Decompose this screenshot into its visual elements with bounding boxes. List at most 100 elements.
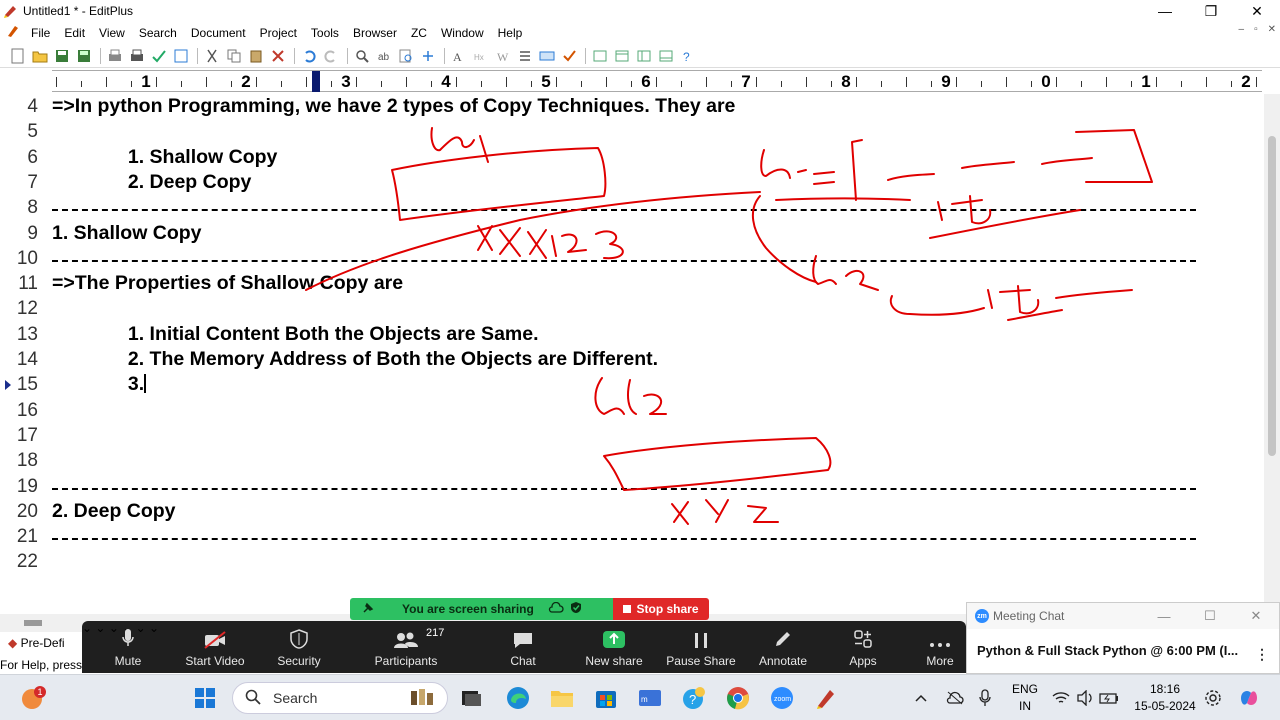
scrollbar-thumb[interactable] (1268, 136, 1276, 456)
word-wrap-icon[interactable]: W (493, 46, 513, 66)
mute-button[interactable]: Mute (104, 621, 152, 673)
pause-share-button[interactable]: Pause Share (664, 621, 738, 673)
language-indicator[interactable]: ENG IN (1010, 681, 1040, 715)
document-tab[interactable]: ◆ Pre-Defi (8, 636, 65, 650)
task-view-icon[interactable] (456, 683, 486, 713)
hscroll-thumb[interactable] (24, 620, 42, 626)
find-icon[interactable] (352, 46, 372, 66)
chat-maximize-button[interactable]: ☐ (1187, 603, 1233, 629)
more-button[interactable]: More (920, 621, 960, 673)
close-button[interactable]: ✕ (1234, 0, 1280, 22)
chrome-browser-icon[interactable] (723, 683, 753, 713)
menu-file[interactable]: File (24, 26, 57, 40)
find-in-files-icon[interactable] (396, 46, 416, 66)
window-title: Untitled1 * - EditPlus (23, 4, 134, 18)
directory-window-icon[interactable] (612, 46, 632, 66)
ruler-tick (1031, 81, 1032, 87)
maximize-button[interactable]: ❐ (1188, 0, 1234, 22)
mdi-close-icon[interactable]: ✕ (1268, 24, 1276, 35)
zoom-app-icon[interactable]: zoom (767, 683, 797, 713)
ruler-toggle-icon[interactable] (537, 46, 557, 66)
chat-more-options-icon[interactable]: ⋮ (1255, 646, 1269, 663)
cliptext-icon[interactable] (634, 46, 654, 66)
print-icon[interactable] (127, 46, 147, 66)
chat-minimize-button[interactable]: — (1141, 603, 1187, 629)
chat-close-button[interactable]: ✕ (1233, 603, 1279, 629)
notification-app-icon[interactable]: 1 (18, 683, 48, 713)
document-tab-label: Pre-Defi (20, 636, 65, 650)
new-share-button[interactable]: New share (582, 621, 646, 673)
ruler-label: 8 (841, 72, 851, 91)
svg-text:A: A (453, 50, 462, 63)
system-clock[interactable]: 18:16 15-05-2024 (1130, 681, 1200, 715)
mycroft-app-icon[interactable]: m (635, 683, 665, 713)
font-icon[interactable]: A (449, 46, 469, 66)
paste-icon[interactable] (246, 46, 266, 66)
delete-icon[interactable] (268, 46, 288, 66)
print-preview-icon[interactable] (105, 46, 125, 66)
edge-browser-icon[interactable] (503, 683, 533, 713)
taskbar-search-box[interactable]: Search (232, 682, 448, 714)
window-list-icon[interactable] (590, 46, 610, 66)
save-icon[interactable] (52, 46, 72, 66)
vertical-scrollbar[interactable] (1264, 94, 1280, 614)
copy-icon[interactable] (224, 46, 244, 66)
file-explorer-icon[interactable] (547, 683, 577, 713)
menu-edit[interactable]: Edit (57, 26, 92, 40)
menu-project[interactable]: Project (253, 26, 304, 40)
annotate-button[interactable]: Annotate (754, 621, 812, 673)
redo-icon[interactable] (321, 46, 341, 66)
browser-view-icon[interactable] (171, 46, 191, 66)
onedrive-offline-icon[interactable] (940, 683, 970, 713)
save-all-icon[interactable] (74, 46, 94, 66)
more-icon (929, 621, 951, 649)
stop-share-button[interactable]: Stop share (613, 598, 709, 620)
mdi-minimize-icon[interactable]: – (1239, 24, 1245, 35)
windows-start-icon[interactable] (190, 683, 220, 713)
line-numbers-icon[interactable] (515, 46, 535, 66)
settings-gear-icon[interactable] (1198, 683, 1228, 713)
line-number: 9 (27, 222, 38, 244)
help-app-icon[interactable]: ? (679, 683, 709, 713)
mdi-restore-icon[interactable]: ▫ (1254, 24, 1258, 35)
clock-time: 18:16 (1149, 682, 1181, 696)
output-window-icon[interactable] (656, 46, 676, 66)
undo-icon[interactable] (299, 46, 319, 66)
apps-button[interactable]: Apps (840, 621, 886, 673)
menu-zc[interactable]: ZC (404, 26, 434, 40)
line-number: 10 (16, 247, 38, 269)
show-hidden-icons-chevron-icon[interactable] (906, 683, 936, 713)
editplus-taskbar-icon[interactable] (811, 683, 841, 713)
menu-help[interactable]: Help (491, 26, 530, 40)
open-folder-icon[interactable] (30, 46, 50, 66)
battery-charging-icon[interactable] (1094, 683, 1124, 713)
menu-browser[interactable]: Browser (346, 26, 404, 40)
spell-check-icon[interactable] (149, 46, 169, 66)
hex-view-icon[interactable]: Hx (471, 46, 491, 66)
ruler-tick (1231, 81, 1232, 87)
menu-bar: File Edit View Search Document Project T… (0, 22, 1280, 43)
menu-window[interactable]: Window (434, 26, 491, 40)
pin-icon[interactable] (362, 602, 392, 617)
copilot-icon[interactable] (1234, 683, 1264, 713)
start-video-button[interactable]: Start Video (180, 621, 250, 673)
chat-button[interactable]: Chat (502, 621, 544, 673)
menu-tools[interactable]: Tools (304, 26, 346, 40)
context-help-icon[interactable]: ? (678, 46, 698, 66)
menu-view[interactable]: View (92, 26, 132, 40)
ruler-tick (481, 81, 482, 87)
menu-document[interactable]: Document (184, 26, 253, 40)
check-icon[interactable] (559, 46, 579, 66)
mute-options-chevron-icon[interactable]: ⌄ (82, 621, 92, 635)
security-button[interactable]: Security (274, 621, 324, 673)
minimize-button[interactable]: — (1142, 0, 1188, 22)
cut-icon[interactable] (202, 46, 222, 66)
menu-search[interactable]: Search (132, 26, 184, 40)
replace-icon[interactable]: ab (374, 46, 394, 66)
code-line: 3. (52, 373, 146, 396)
new-file-icon[interactable] (8, 46, 28, 66)
goto-line-icon[interactable] (418, 46, 438, 66)
editor-text-area[interactable]: 4 =>In python Programming, we have 2 type… (0, 94, 1264, 614)
microsoft-store-icon[interactable] (591, 683, 621, 713)
microphone-tray-icon[interactable] (970, 683, 1000, 713)
